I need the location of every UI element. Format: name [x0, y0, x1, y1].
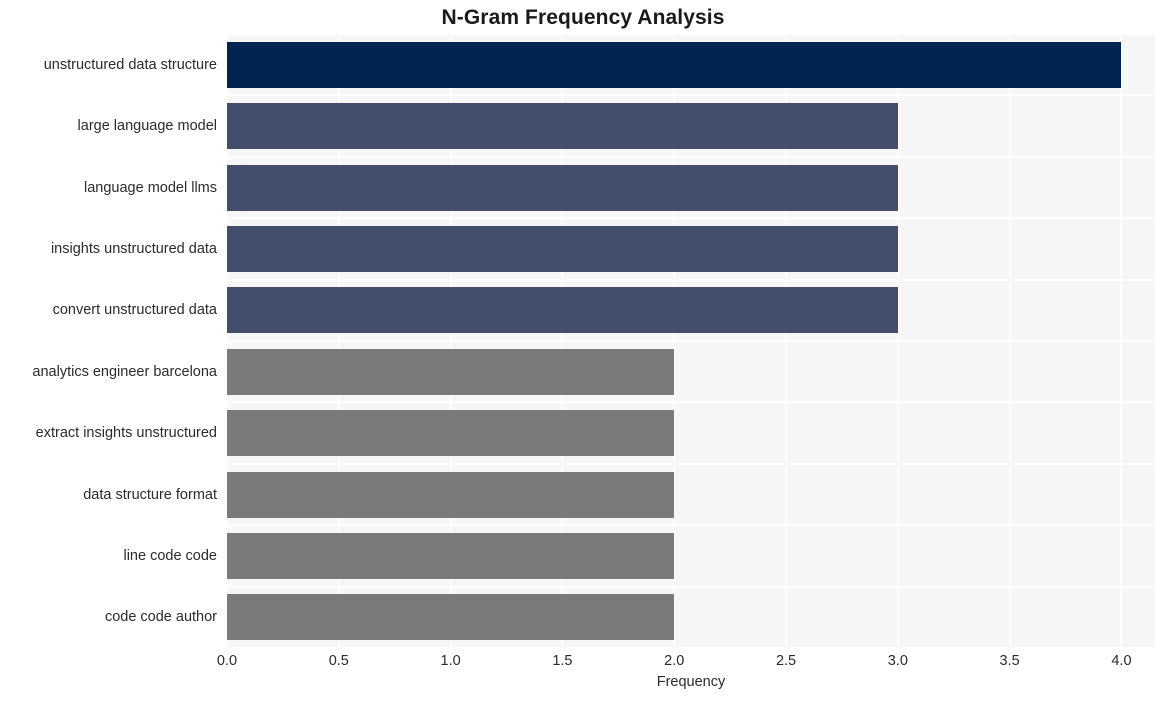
- gridline-horizontal: [227, 278, 1155, 281]
- gridline-horizontal: [227, 217, 1155, 220]
- x-axis-tick-label: 2.5: [775, 653, 797, 669]
- y-axis-tick-label: large language model: [77, 118, 217, 135]
- y-axis-tick-label: convert unstructured data: [52, 302, 217, 319]
- y-axis-tick-label: insights unstructured data: [50, 240, 217, 257]
- gridline-horizontal: [227, 462, 1155, 465]
- gridline-horizontal: [227, 94, 1155, 97]
- bar: [227, 103, 898, 150]
- bar: [227, 594, 675, 641]
- x-axis-tick-label: 1.5: [552, 653, 573, 669]
- x-axis-tick-label: 4.0: [1111, 653, 1132, 669]
- chart-container: N-Gram Frequency Analysis unstructured d…: [0, 0, 1166, 701]
- y-axis-tick-label: extract insights unstructured: [35, 425, 217, 442]
- y-axis-tick-label: line code code: [123, 547, 217, 564]
- x-axis-tick-label: 3.0: [887, 653, 908, 669]
- bar: [227, 225, 898, 272]
- bar: [227, 532, 675, 579]
- y-axis-tick-label: data structure format: [83, 486, 217, 503]
- gridline-horizontal: [227, 34, 1155, 35]
- bar: [227, 348, 675, 395]
- x-axis-tick-label: 0.0: [216, 653, 238, 669]
- x-axis-tick-label: 3.5: [999, 653, 1020, 669]
- gridline-horizontal: [227, 155, 1155, 158]
- chart-title: N-Gram Frequency Analysis: [441, 6, 725, 29]
- bar: [227, 41, 1122, 88]
- bar: [227, 287, 898, 334]
- x-axis-tick-label: 2.0: [664, 653, 685, 669]
- bar: [227, 471, 675, 518]
- gridline-horizontal: [227, 647, 1155, 648]
- x-axis-tick-labels: 0.0 0.5 1.0 1.5 2.0 2.5 3.0 3.5 4.0: [0, 652, 1166, 674]
- x-axis-tick-label: 0.5: [328, 653, 349, 669]
- gridline-horizontal: [227, 524, 1155, 527]
- y-axis-tick-label: analytics engineer barcelona: [32, 363, 217, 380]
- x-axis-tick-label: 1.0: [440, 653, 461, 669]
- y-axis-tick-label: unstructured data structure: [43, 56, 217, 73]
- plot-area: [227, 34, 1155, 648]
- y-axis-tick-labels: unstructured data structure large languag…: [0, 34, 217, 648]
- gridline-horizontal: [227, 340, 1155, 342]
- y-axis-tick-label: language model llms: [84, 179, 217, 196]
- gridline-horizontal: [227, 401, 1155, 404]
- y-axis-tick-label: code code author: [104, 609, 217, 626]
- bar: [227, 164, 898, 211]
- bar: [227, 410, 675, 457]
- gridline-horizontal: [227, 585, 1155, 588]
- x-axis-title: Frequency: [656, 674, 726, 690]
